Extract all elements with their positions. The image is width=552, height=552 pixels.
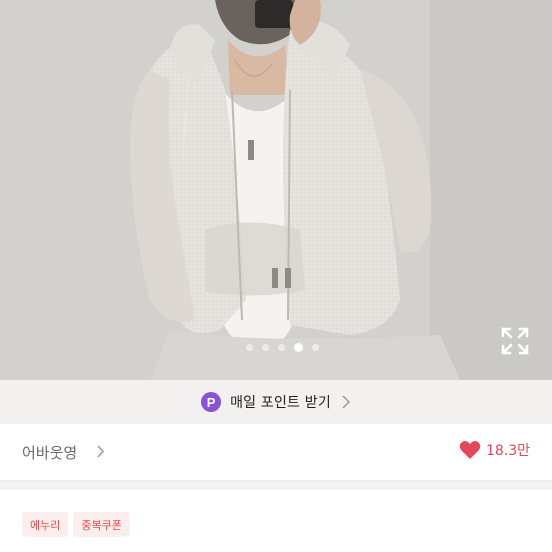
carousel-dot[interactable]	[278, 343, 285, 351]
carousel-dot-active[interactable]	[294, 342, 303, 352]
product-photo	[0, 0, 552, 380]
expand-icon[interactable]	[499, 325, 531, 357]
seller-row: 어바웃영 18.3만	[0, 424, 552, 481]
chevron-right-icon[interactable]	[96, 445, 105, 458]
heart-icon	[459, 441, 481, 459]
points-icon: P	[201, 392, 222, 412]
carousel-dot[interactable]	[246, 343, 253, 351]
carousel-indicator	[246, 342, 319, 352]
coupon-badges: 에누리 중복쿠폰	[22, 512, 130, 537]
coupon-badge: 중복쿠폰	[73, 512, 130, 537]
product-title-peek	[22, 545, 530, 552]
carousel-dot[interactable]	[262, 343, 269, 351]
chevron-right-icon	[342, 395, 350, 409]
product-image[interactable]	[0, 0, 552, 380]
carousel-dot[interactable]	[312, 343, 319, 351]
discount-badge: 에누리	[22, 512, 69, 537]
section-divider	[0, 481, 552, 490]
like-button[interactable]: 18.3만	[459, 440, 530, 460]
daily-points-banner[interactable]: P 매일 포인트 받기	[0, 380, 552, 424]
seller-name[interactable]: 어바웃영	[22, 442, 77, 463]
like-count: 18.3만	[485, 443, 530, 459]
points-label: 매일 포인트 받기	[230, 395, 331, 411]
